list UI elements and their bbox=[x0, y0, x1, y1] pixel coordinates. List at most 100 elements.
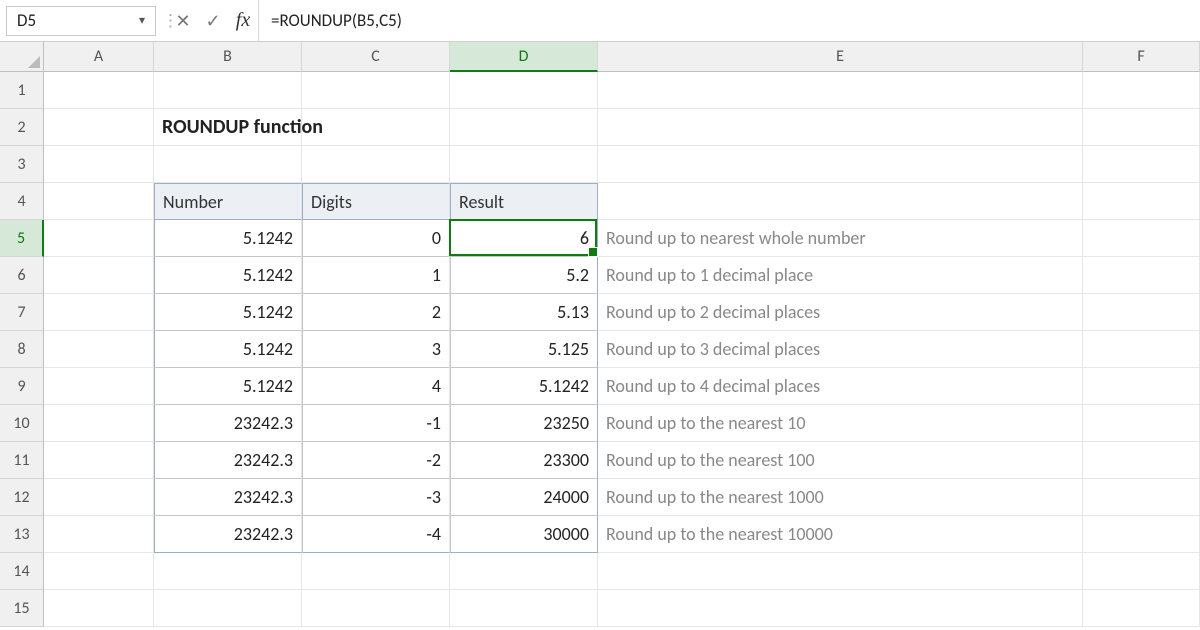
table-cell-digits[interactable]: 0 bbox=[302, 220, 450, 257]
table-cell-number[interactable]: 23242.3 bbox=[154, 479, 302, 516]
row-header-13[interactable]: 13 bbox=[0, 516, 44, 553]
table-note[interactable]: Round up to the nearest 1000 bbox=[598, 479, 1083, 516]
cell-E1[interactable] bbox=[598, 72, 1083, 109]
cell-A11[interactable] bbox=[44, 442, 154, 479]
table-cell-digits[interactable]: 2 bbox=[302, 294, 450, 331]
accept-button[interactable]: ✓ bbox=[198, 10, 228, 32]
table-cell-digits[interactable]: -2 bbox=[302, 442, 450, 479]
name-box[interactable]: D5 ▾ bbox=[6, 6, 156, 36]
row-header-4[interactable]: 4 bbox=[0, 183, 44, 220]
cell-E2[interactable] bbox=[598, 109, 1083, 146]
cell-F4[interactable] bbox=[1083, 183, 1200, 220]
table-cell-result[interactable]: 5.13 bbox=[450, 294, 598, 331]
cell-E14[interactable] bbox=[598, 553, 1083, 590]
cell-D3[interactable] bbox=[450, 146, 598, 183]
table-cell-digits[interactable]: -4 bbox=[302, 516, 450, 553]
cell-F8[interactable] bbox=[1083, 331, 1200, 368]
cell-A10[interactable] bbox=[44, 405, 154, 442]
table-cell-digits[interactable]: -3 bbox=[302, 479, 450, 516]
table-cell-digits[interactable]: -1 bbox=[302, 405, 450, 442]
row-header-6[interactable]: 6 bbox=[0, 257, 44, 294]
table-cell-number[interactable]: 23242.3 bbox=[154, 516, 302, 553]
cell-F5[interactable] bbox=[1083, 220, 1200, 257]
cell-C1[interactable] bbox=[302, 72, 450, 109]
cell-E4[interactable] bbox=[598, 183, 1083, 220]
row-header-9[interactable]: 9 bbox=[0, 368, 44, 405]
cell-E15[interactable] bbox=[598, 590, 1083, 627]
row-header-11[interactable]: 11 bbox=[0, 442, 44, 479]
table-cell-result[interactable]: 5.125 bbox=[450, 331, 598, 368]
cell-A6[interactable] bbox=[44, 257, 154, 294]
cell-F15[interactable] bbox=[1083, 590, 1200, 627]
column-header-c[interactable]: C bbox=[302, 42, 450, 72]
cell-F13[interactable] bbox=[1083, 516, 1200, 553]
table-note[interactable]: Round up to nearest whole number bbox=[598, 220, 1083, 257]
cell-A1[interactable] bbox=[44, 72, 154, 109]
row-header-12[interactable]: 12 bbox=[0, 479, 44, 516]
cell-F12[interactable] bbox=[1083, 479, 1200, 516]
cell-F7[interactable] bbox=[1083, 294, 1200, 331]
cell-F14[interactable] bbox=[1083, 553, 1200, 590]
column-header-f[interactable]: F bbox=[1083, 42, 1200, 72]
cell-A3[interactable] bbox=[44, 146, 154, 183]
cell-A9[interactable] bbox=[44, 368, 154, 405]
cell-B14[interactable] bbox=[154, 553, 302, 590]
cell-B3[interactable] bbox=[154, 146, 302, 183]
cell-D1[interactable] bbox=[450, 72, 598, 109]
cell-F1[interactable] bbox=[1083, 72, 1200, 109]
cell-F3[interactable] bbox=[1083, 146, 1200, 183]
table-cell-result[interactable]: 30000 bbox=[450, 516, 598, 553]
table-cell-number[interactable]: 5.1242 bbox=[154, 368, 302, 405]
row-header-14[interactable]: 14 bbox=[0, 553, 44, 590]
table-cell-number[interactable]: 5.1242 bbox=[154, 294, 302, 331]
cell-A5[interactable] bbox=[44, 220, 154, 257]
table-cell-digits[interactable]: 3 bbox=[302, 331, 450, 368]
row-header-7[interactable]: 7 bbox=[0, 294, 44, 331]
table-cell-digits[interactable]: 4 bbox=[302, 368, 450, 405]
formula-input[interactable]: =ROUNDUP(B5,C5) bbox=[258, 0, 1200, 41]
cell-B1[interactable] bbox=[154, 72, 302, 109]
cell-C15[interactable] bbox=[302, 590, 450, 627]
table-note[interactable]: Round up to 4 decimal places bbox=[598, 368, 1083, 405]
cell-D15[interactable] bbox=[450, 590, 598, 627]
page-title[interactable]: ROUNDUP function bbox=[154, 109, 302, 146]
column-header-d[interactable]: D bbox=[450, 42, 598, 72]
table-header[interactable]: Result bbox=[450, 183, 598, 220]
table-note[interactable]: Round up to the nearest 10000 bbox=[598, 516, 1083, 553]
cell-A12[interactable] bbox=[44, 479, 154, 516]
cell-F11[interactable] bbox=[1083, 442, 1200, 479]
cell-A14[interactable] bbox=[44, 553, 154, 590]
cell-E3[interactable] bbox=[598, 146, 1083, 183]
table-header[interactable]: Number bbox=[154, 183, 302, 220]
table-cell-number[interactable]: 23242.3 bbox=[154, 442, 302, 479]
cell-C3[interactable] bbox=[302, 146, 450, 183]
row-header-10[interactable]: 10 bbox=[0, 405, 44, 442]
row-header-15[interactable]: 15 bbox=[0, 590, 44, 627]
table-cell-result[interactable]: 23300 bbox=[450, 442, 598, 479]
cell-A4[interactable] bbox=[44, 183, 154, 220]
row-header-1[interactable]: 1 bbox=[0, 72, 44, 109]
cell-D14[interactable] bbox=[450, 553, 598, 590]
row-header-5[interactable]: 5 bbox=[0, 220, 44, 257]
select-all-corner[interactable] bbox=[0, 42, 44, 72]
table-note[interactable]: Round up to 2 decimal places bbox=[598, 294, 1083, 331]
column-header-b[interactable]: B bbox=[154, 42, 302, 72]
cell-F10[interactable] bbox=[1083, 405, 1200, 442]
table-cell-digits[interactable]: 1 bbox=[302, 257, 450, 294]
table-cell-result[interactable]: 5.2 bbox=[450, 257, 598, 294]
table-note[interactable]: Round up to the nearest 10 bbox=[598, 405, 1083, 442]
cell-A8[interactable] bbox=[44, 331, 154, 368]
table-cell-number[interactable]: 5.1242 bbox=[154, 220, 302, 257]
row-header-2[interactable]: 2 bbox=[0, 109, 44, 146]
cell-F6[interactable] bbox=[1083, 257, 1200, 294]
cell-F9[interactable] bbox=[1083, 368, 1200, 405]
column-header-e[interactable]: E bbox=[598, 42, 1083, 72]
table-note[interactable]: Round up to 1 decimal place bbox=[598, 257, 1083, 294]
cells-area[interactable]: ROUNDUP functionNumberDigitsResult5.1242… bbox=[44, 72, 1200, 627]
cell-C14[interactable] bbox=[302, 553, 450, 590]
table-cell-result[interactable]: 6 bbox=[450, 220, 598, 257]
cell-A7[interactable] bbox=[44, 294, 154, 331]
table-note[interactable]: Round up to the nearest 100 bbox=[598, 442, 1083, 479]
table-cell-number[interactable]: 5.1242 bbox=[154, 257, 302, 294]
cancel-button[interactable]: ✕ bbox=[168, 10, 198, 32]
